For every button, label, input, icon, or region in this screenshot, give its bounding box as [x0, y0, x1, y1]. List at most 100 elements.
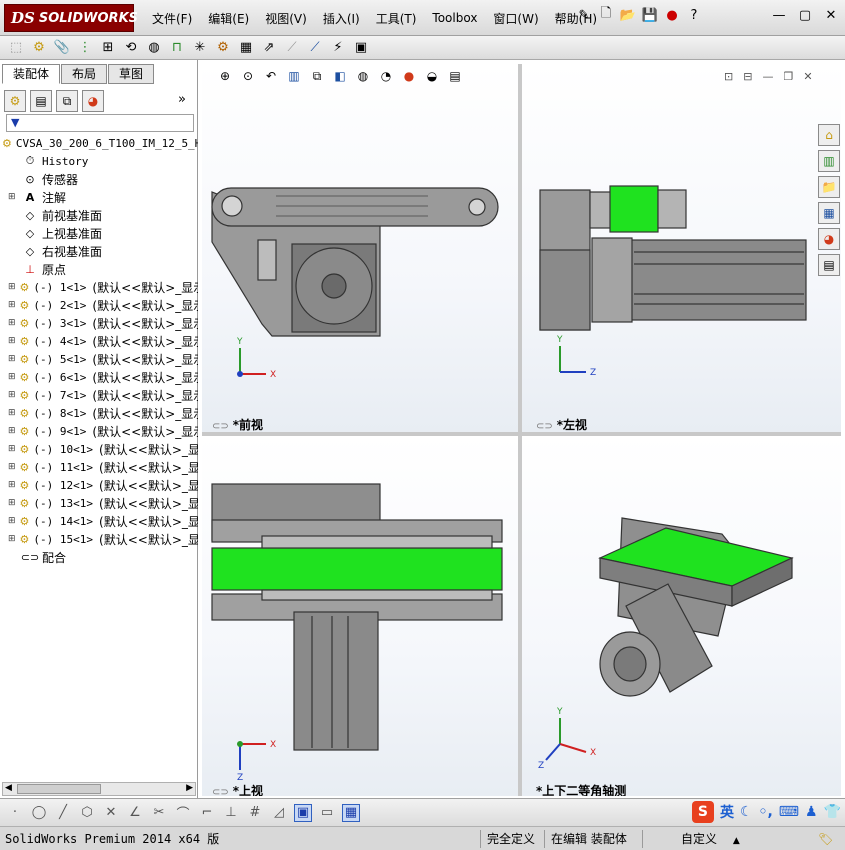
expand-icon[interactable]: ⊞: [8, 192, 18, 202]
open-folder-icon[interactable]: 📂: [619, 6, 637, 24]
configuration-manager-icon[interactable]: ⧉: [56, 90, 78, 112]
relation-icon[interactable]: ⊥: [222, 804, 240, 822]
apply-scene-icon[interactable]: ◒: [423, 67, 441, 85]
menu-insert[interactable]: 插入(I): [315, 10, 368, 27]
tree-item-origin[interactable]: ⊥ 原点: [0, 260, 198, 278]
close-icon[interactable]: ✕: [823, 8, 839, 24]
tree-item-annotations[interactable]: ⊞ A 注解: [0, 188, 198, 206]
viewport-isometric[interactable]: Y X Z *上下二等角轴测: [522, 436, 841, 796]
expand-icon[interactable]: ⊞: [8, 516, 16, 526]
menu-toolbox[interactable]: Toolbox: [424, 11, 485, 25]
keyboard-icon[interactable]: ⌨: [779, 804, 799, 820]
linear-pattern-icon[interactable]: ⋮: [75, 39, 95, 57]
reference-geometry-icon[interactable]: ✳: [190, 39, 210, 57]
tree-item-part[interactable]: ⊞ ⚙ (-) 3<1> (默认<<默认>_显示: [0, 314, 198, 332]
menu-view[interactable]: 视图(V): [257, 10, 315, 27]
expand-icon[interactable]: ⊞: [8, 498, 16, 508]
dimension-icon[interactable]: ⌒: [174, 804, 192, 822]
rebuild-tag-icon[interactable]: 🏷: [818, 830, 833, 848]
tab-assembly[interactable]: 装配体: [2, 64, 61, 84]
tree-item-part[interactable]: ⊞⚙(-) 14<1> (默认<<默认>_显示: [0, 512, 198, 530]
previous-view-icon[interactable]: ↶: [262, 67, 280, 85]
viewport-front[interactable]: Y X ⊂⊃ *前视: [202, 64, 518, 432]
solidworks-logo[interactable]: DS SOLIDWORKS: [4, 4, 138, 32]
expand-icon[interactable]: ⊞: [8, 480, 16, 490]
expand-icon[interactable]: ⊞: [8, 318, 16, 328]
grid-icon[interactable]: #: [246, 804, 264, 822]
bill-of-materials-icon[interactable]: ▦: [236, 39, 256, 57]
show-hidden-icon[interactable]: ◍: [144, 39, 164, 57]
tab-sketch[interactable]: 草图: [108, 64, 155, 84]
menu-window[interactable]: 窗口(W): [485, 10, 546, 27]
tree-item-part[interactable]: ⊞⚙(-) 12<1> (默认<<默认>_显示: [0, 476, 198, 494]
viewport-restore-icon[interactable]: ❐: [783, 70, 793, 83]
view-palette-icon[interactable]: ▦: [818, 202, 840, 224]
single-view-icon[interactable]: ▭: [318, 804, 336, 822]
expand-icon[interactable]: ⊞: [8, 408, 16, 418]
tree-item-mates[interactable]: ⊂⊃ 配合: [0, 548, 198, 566]
display-style-icon[interactable]: ◍: [354, 67, 372, 85]
circle-icon[interactable]: ◯: [30, 804, 48, 822]
cross-icon[interactable]: ✕: [102, 804, 120, 822]
menu-edit[interactable]: 编辑(E): [200, 10, 257, 27]
point-icon[interactable]: ·: [6, 804, 24, 822]
pin-icon[interactable]: ✎: [575, 6, 593, 24]
angle-icon[interactable]: ∠: [126, 804, 144, 822]
instant3d-icon[interactable]: ⟋: [305, 39, 325, 57]
expand-icon[interactable]: ⊞: [8, 354, 16, 364]
tree-item-part[interactable]: ⊞ ⚙ (-) 7<1> (默认<<默认>_显示: [0, 386, 198, 404]
viewport-close-icon[interactable]: ✕: [803, 70, 812, 83]
view-orientation-icon[interactable]: ◧: [331, 67, 349, 85]
insert-component-icon[interactable]: ⬚: [6, 39, 26, 57]
scrollbar-thumb[interactable]: [17, 784, 101, 794]
save-icon[interactable]: 💾: [641, 6, 659, 24]
move-component-icon[interactable]: ⟲: [121, 39, 141, 57]
tree-item-top-plane[interactable]: ◇ 上视基准面: [0, 224, 198, 242]
restore-icon[interactable]: ▢: [797, 8, 813, 24]
panel-horizontal-scrollbar[interactable]: ◀ ▶: [2, 782, 196, 796]
take-snapshot-icon[interactable]: ▣: [351, 39, 371, 57]
tree-item-part[interactable]: ⊞ ⚙ (-) 8<1> (默认<<默认>_显示: [0, 404, 198, 422]
dynamic-annotation-icon[interactable]: ⧉: [308, 67, 326, 85]
expand-icon[interactable]: ⊞: [8, 462, 16, 472]
display-manager-icon[interactable]: ◕: [82, 90, 104, 112]
tree-item-right-plane[interactable]: ◇ 右视基准面: [0, 242, 198, 260]
viewport-left[interactable]: Y Z ⊂⊃ *左视: [522, 64, 841, 432]
property-manager-icon[interactable]: ▤: [30, 90, 52, 112]
design-library-icon[interactable]: ▥: [818, 150, 840, 172]
tree-item-part[interactable]: ⊞⚙(-) 13<1> (默认<<默认>_显示: [0, 494, 198, 512]
trim-icon[interactable]: ✂: [150, 804, 168, 822]
viewport-splitter-horizontal[interactable]: [202, 432, 841, 436]
line-icon[interactable]: ╱: [54, 804, 72, 822]
tree-item-front-plane[interactable]: ◇ 前视基准面: [0, 206, 198, 224]
punctuation-icon[interactable]: ◦,: [759, 804, 773, 820]
hide-show-items-icon[interactable]: ◔: [377, 67, 395, 85]
zoom-to-area-icon[interactable]: ⊙: [239, 67, 257, 85]
tab-layout[interactable]: 布局: [61, 64, 108, 84]
new-motion-study-icon[interactable]: ⚙: [213, 39, 233, 57]
link-viewports-icon[interactable]: ⊡: [724, 70, 733, 83]
link-views-icon[interactable]: ⊂⊃: [212, 421, 229, 432]
scroll-right-icon[interactable]: ▶: [186, 783, 193, 793]
help-icon[interactable]: ?: [685, 6, 703, 24]
zoom-to-fit-icon[interactable]: ⊕: [216, 67, 234, 85]
tree-item-sensors[interactable]: ⊙ 传感器: [0, 170, 198, 188]
custom-properties-icon[interactable]: ▤: [818, 254, 840, 276]
expand-icon[interactable]: ⊞: [8, 426, 16, 436]
polygon-icon[interactable]: ⬡: [78, 804, 96, 822]
file-explorer-icon[interactable]: 📁: [818, 176, 840, 198]
appearances-icon[interactable]: ◕: [818, 228, 840, 250]
tree-item-part[interactable]: ⊞⚙(-) 10<1> (默认<<默认>_显示: [0, 440, 198, 458]
scroll-left-icon[interactable]: ◀: [5, 783, 12, 793]
sogou-ime-logo[interactable]: S: [691, 801, 714, 823]
shirt-icon[interactable]: 👕: [824, 804, 841, 820]
update-speedpak-icon[interactable]: ⚡: [328, 39, 348, 57]
exploded-view-icon[interactable]: ⇗: [259, 39, 279, 57]
tree-item-part[interactable]: ⊞⚙(-) 11<1> (默认<<默认>_显示: [0, 458, 198, 476]
tree-item-part[interactable]: ⊞ ⚙ (-) 1<1> (默认<<默认>_显示: [0, 278, 198, 296]
link-views-icon[interactable]: ⊂⊃: [212, 787, 229, 796]
moon-icon[interactable]: ☾: [740, 804, 753, 820]
feature-manager-icon[interactable]: ⚙: [4, 90, 26, 112]
four-view-icon[interactable]: ▦: [342, 803, 360, 822]
expand-icon[interactable]: ⊞: [8, 372, 16, 382]
